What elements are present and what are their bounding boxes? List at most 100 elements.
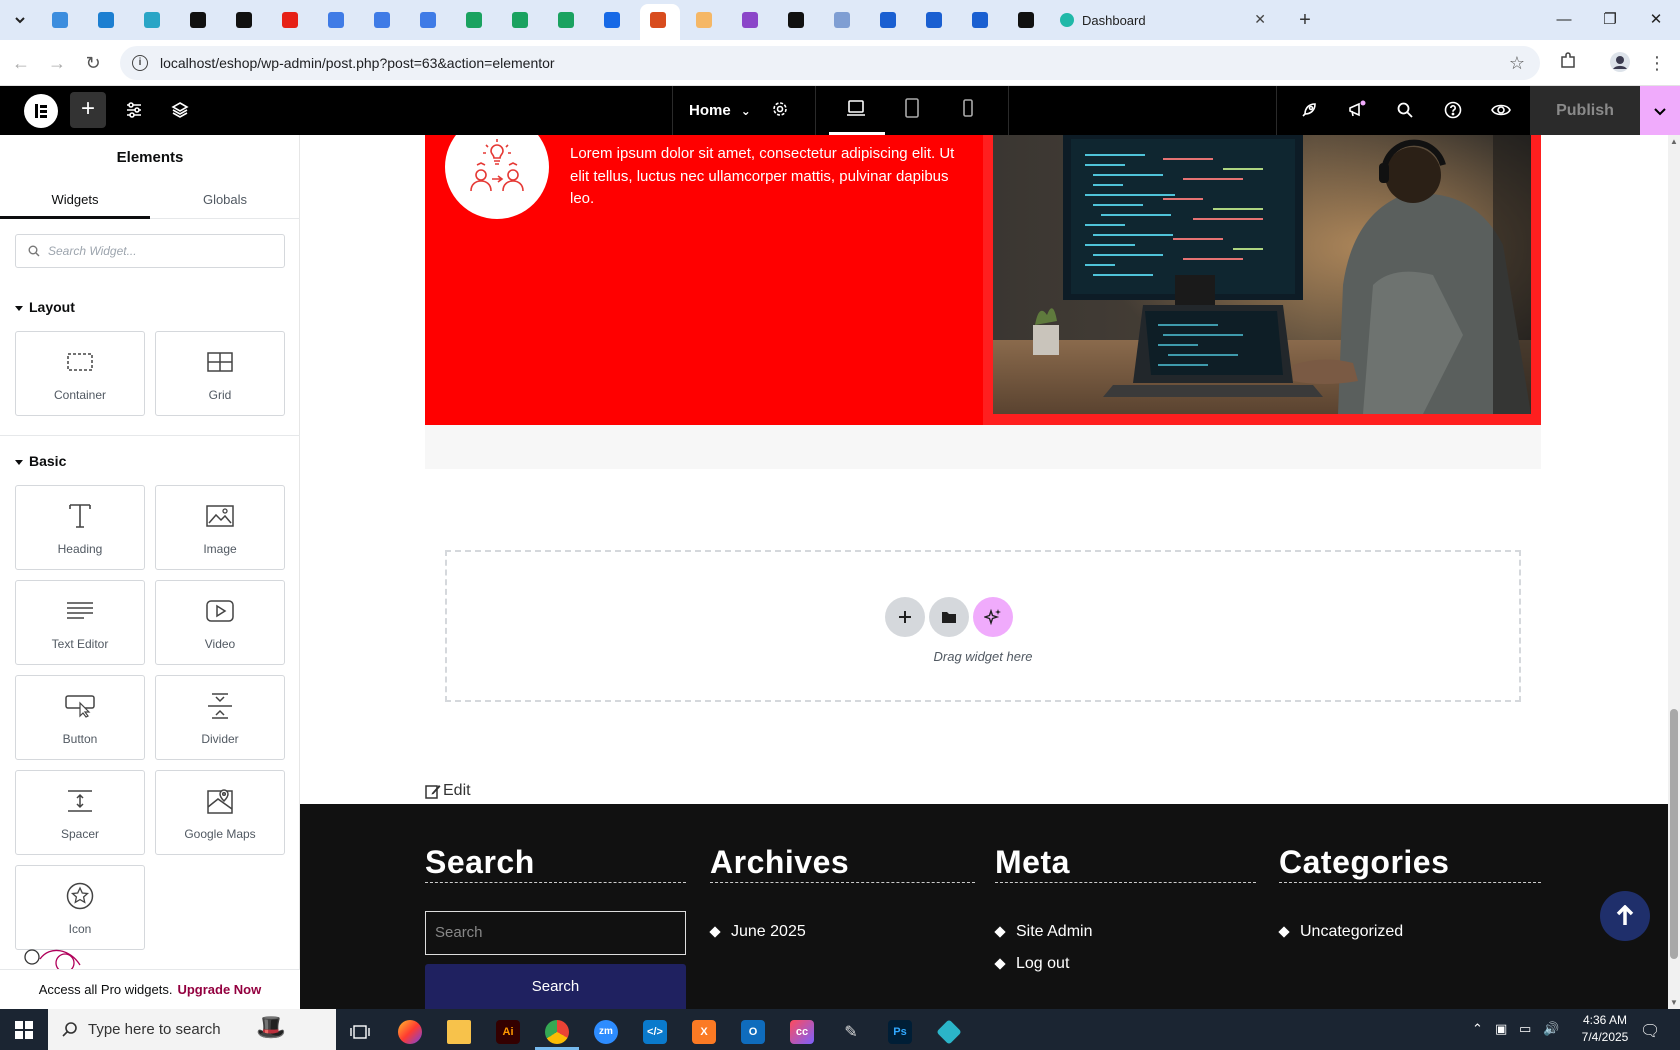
windows-start-icon[interactable]	[0, 1009, 48, 1050]
notifications-megaphone-icon[interactable]	[1345, 98, 1369, 122]
section-spacer[interactable]	[425, 425, 1541, 469]
bookmark-star-icon[interactable]: ☆	[1506, 52, 1528, 74]
sheets-tab-favicon-icon[interactable]	[460, 8, 488, 32]
sheets-tab-favicon-icon[interactable]	[552, 8, 580, 32]
section-basic-header[interactable]: Basic	[15, 453, 66, 469]
close-window-button[interactable]: ✕	[1633, 8, 1679, 32]
sheets-tab-favicon-icon[interactable]	[506, 8, 534, 32]
rocket-icon[interactable]	[1297, 98, 1321, 122]
widget-heading[interactable]: Heading	[15, 485, 145, 570]
action-center-icon[interactable]: 🗨	[1640, 1021, 1660, 1041]
arc-tab-favicon-icon[interactable]	[46, 8, 74, 32]
photoshop-icon[interactable]: Ps	[878, 1013, 922, 1050]
site-info-icon[interactable]: i	[132, 55, 148, 71]
youtube-tab-favicon-icon[interactable]	[276, 8, 304, 32]
xampp-tab-favicon-icon[interactable]	[644, 8, 672, 32]
extensions-icon[interactable]	[1557, 52, 1579, 74]
widget-spacer[interactable]: Spacer	[15, 770, 145, 855]
minimize-button[interactable]: —	[1541, 8, 1587, 32]
volume-icon[interactable]: 🔊	[1543, 1021, 1559, 1037]
widget-image[interactable]: Image	[155, 485, 285, 570]
bolt-tab-favicon-icon[interactable]	[230, 8, 258, 32]
section-layout-header[interactable]: Layout	[15, 299, 75, 315]
creative-cloud-icon[interactable]: cc	[780, 1013, 824, 1050]
tab-widgets[interactable]: Widgets	[0, 181, 150, 219]
pen-tool-icon[interactable]: ✎	[829, 1013, 873, 1050]
twinmotion-tab-favicon-icon[interactable]	[138, 8, 166, 32]
reload-icon[interactable]: ↻	[82, 52, 104, 74]
file-explorer-icon[interactable]	[437, 1013, 481, 1050]
publish-options-chevron-icon[interactable]	[1640, 86, 1680, 135]
docs-tab-favicon-icon[interactable]	[414, 8, 442, 32]
upgrade-now-link[interactable]: Upgrade Now	[177, 982, 261, 997]
help-icon[interactable]	[1441, 98, 1465, 122]
elementor-logo-icon[interactable]	[24, 94, 58, 128]
site-settings-icon[interactable]	[122, 98, 146, 122]
structure-layers-icon[interactable]	[168, 98, 192, 122]
publish-button[interactable]: Publish	[1530, 86, 1640, 135]
finder-search-icon[interactable]	[1393, 98, 1417, 122]
mobile-icon[interactable]	[958, 98, 982, 122]
browser-menu-icon[interactable]: ⋮	[1646, 52, 1668, 74]
tab-dashboard[interactable]: Dashboard ✕	[1050, 6, 1274, 34]
back-icon[interactable]: ←	[10, 52, 32, 74]
forms-tab-favicon-icon[interactable]	[920, 8, 948, 32]
scroll-to-top-button[interactable]	[1600, 891, 1650, 941]
taskbar-search-box[interactable]: Type here to search 🎩	[48, 1009, 336, 1050]
footer-search-input[interactable]: Search	[425, 911, 686, 955]
zoom-icon[interactable]: zm	[584, 1013, 628, 1050]
chrome-icon[interactable]	[535, 1013, 579, 1050]
wordpress-tab-favicon-icon[interactable]	[92, 8, 120, 32]
add-element-icon[interactable]: +	[70, 92, 106, 128]
page-settings-gear-icon[interactable]	[771, 100, 789, 122]
threads-tab-favicon-icon[interactable]	[184, 8, 212, 32]
css-tab-favicon-icon[interactable]	[736, 8, 764, 32]
site-footer[interactable]: Search Search Search Archives June 2025 …	[300, 804, 1668, 1009]
wavy-tab-favicon-icon[interactable]	[690, 8, 718, 32]
add-template-folder-icon[interactable]	[929, 597, 969, 637]
profile-avatar[interactable]	[1609, 52, 1631, 74]
widget-google-maps[interactable]: Google Maps	[155, 770, 285, 855]
new-tab-button[interactable]: +	[1291, 8, 1319, 32]
forms-tab-favicon-icon[interactable]	[874, 8, 902, 32]
widget-grid[interactable]: Grid	[155, 331, 285, 416]
angular-tab-favicon-icon[interactable]	[782, 8, 810, 32]
category-link[interactable]: Uncategorized	[1278, 923, 1403, 941]
docs-tab-favicon-icon[interactable]	[368, 8, 396, 32]
scrollbar-thumb[interactable]	[1670, 709, 1678, 959]
empty-drop-zone[interactable]: Drag widget here	[445, 550, 1521, 702]
omnibox[interactable]: i localhost/eshop/wp-admin/post.php?post…	[120, 46, 1540, 80]
tray-device-icon[interactable]: ▣	[1495, 1021, 1507, 1037]
scroll-up-arrow-icon[interactable]: ▲	[1670, 137, 1678, 146]
archive-link[interactable]: June 2025	[709, 923, 806, 941]
canvas-scrollbar[interactable]: ▲ ▼	[1668, 135, 1680, 1009]
grid-tab-favicon-icon[interactable]	[828, 8, 856, 32]
forms-tab-favicon-icon[interactable]	[966, 8, 994, 32]
docs-tab-favicon-icon[interactable]	[322, 8, 350, 32]
widget-container[interactable]: Container	[15, 331, 145, 416]
close-tab-icon[interactable]: ✕	[1254, 11, 1266, 28]
tray-chevron-up-icon[interactable]: ⌃	[1472, 1021, 1483, 1037]
tab-search-chevron-icon[interactable]	[6, 8, 34, 32]
preview-eye-icon[interactable]	[1489, 98, 1513, 122]
tab-globals[interactable]: Globals	[150, 181, 300, 219]
widget-text-editor[interactable]: Text Editor	[15, 580, 145, 665]
widget-search-input[interactable]: Search Widget...	[15, 234, 285, 268]
footer-search-button[interactable]: Search	[425, 964, 686, 1009]
word-tab-favicon-icon[interactable]	[598, 8, 626, 32]
meta-link-site-admin[interactable]: Site Admin	[994, 923, 1092, 941]
widget-video[interactable]: Video	[155, 580, 285, 665]
url-text[interactable]: localhost/eshop/wp-admin/post.php?post=6…	[160, 55, 555, 71]
add-section-plus-icon[interactable]	[885, 597, 925, 637]
adobe-illustrator-icon[interactable]: Ai	[486, 1013, 530, 1050]
tablet-icon[interactable]	[902, 98, 926, 122]
outlook-icon[interactable]: O	[731, 1013, 775, 1050]
xampp-icon[interactable]: X	[682, 1013, 726, 1050]
forward-icon[interactable]: →	[46, 52, 68, 74]
network-icon[interactable]: ▭	[1519, 1021, 1531, 1037]
ai-sparkle-icon[interactable]	[973, 597, 1013, 637]
meta-link-log-out[interactable]: Log out	[994, 955, 1069, 973]
task-view-icon[interactable]	[338, 1013, 382, 1050]
firefox-icon[interactable]	[388, 1013, 432, 1050]
restore-button[interactable]: ❐	[1587, 8, 1633, 32]
